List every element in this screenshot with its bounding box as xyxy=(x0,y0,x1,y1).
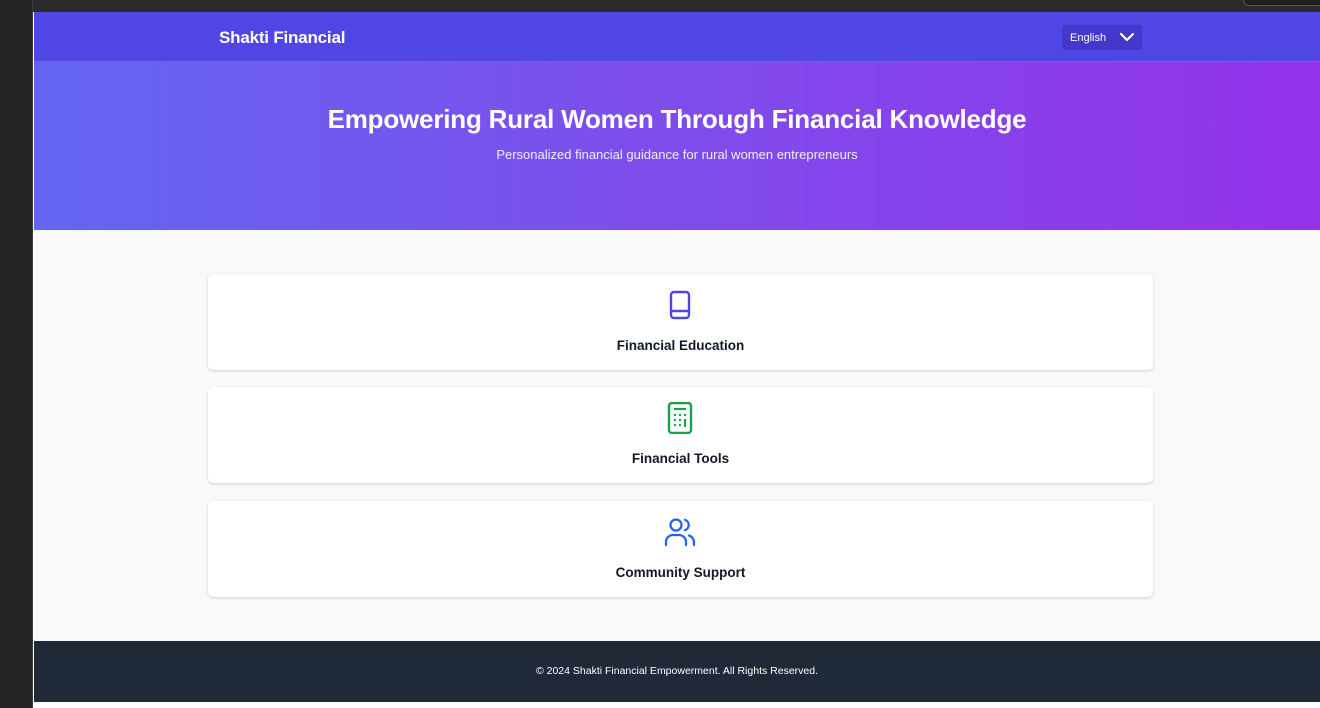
card-title: Financial Tools xyxy=(631,451,730,466)
footer-copyright: © 2024 Shakti Financial Empowerment. All… xyxy=(535,665,819,677)
hero-banner: Empowering Rural Women Through Financial… xyxy=(34,62,1320,230)
language-select-value: English xyxy=(1070,31,1107,44)
brand-logo[interactable]: Shakti Financial xyxy=(219,28,345,48)
footer: © 2024 Shakti Financial Empowerment. All… xyxy=(34,641,1320,702)
window-left-edge xyxy=(0,0,33,708)
language-select[interactable]: English xyxy=(1062,25,1142,50)
book-icon xyxy=(669,290,691,320)
navbar: Shakti Financial English xyxy=(34,12,1320,62)
users-icon xyxy=(664,518,696,547)
main-content: Financial Education Financial Tools Comm… xyxy=(34,230,1320,641)
window-control[interactable] xyxy=(1243,0,1320,6)
card-title: Financial Education xyxy=(616,338,745,353)
card-community-support[interactable]: Community Support xyxy=(208,501,1153,597)
hero-title: Empowering Rural Women Through Financial… xyxy=(327,104,1027,134)
app-root: Shakti Financial English Empowering Rura… xyxy=(34,12,1320,708)
card-title: Community Support xyxy=(615,565,746,580)
calculator-icon xyxy=(667,402,693,434)
hero-subtitle: Personalized financial guidance for rura… xyxy=(496,147,858,162)
window-top-bar xyxy=(33,0,1320,12)
card-financial-education[interactable]: Financial Education xyxy=(208,274,1153,370)
chevron-down-icon xyxy=(1119,32,1135,42)
card-financial-tools[interactable]: Financial Tools xyxy=(208,387,1153,483)
page-bottom-edge xyxy=(34,702,1320,708)
